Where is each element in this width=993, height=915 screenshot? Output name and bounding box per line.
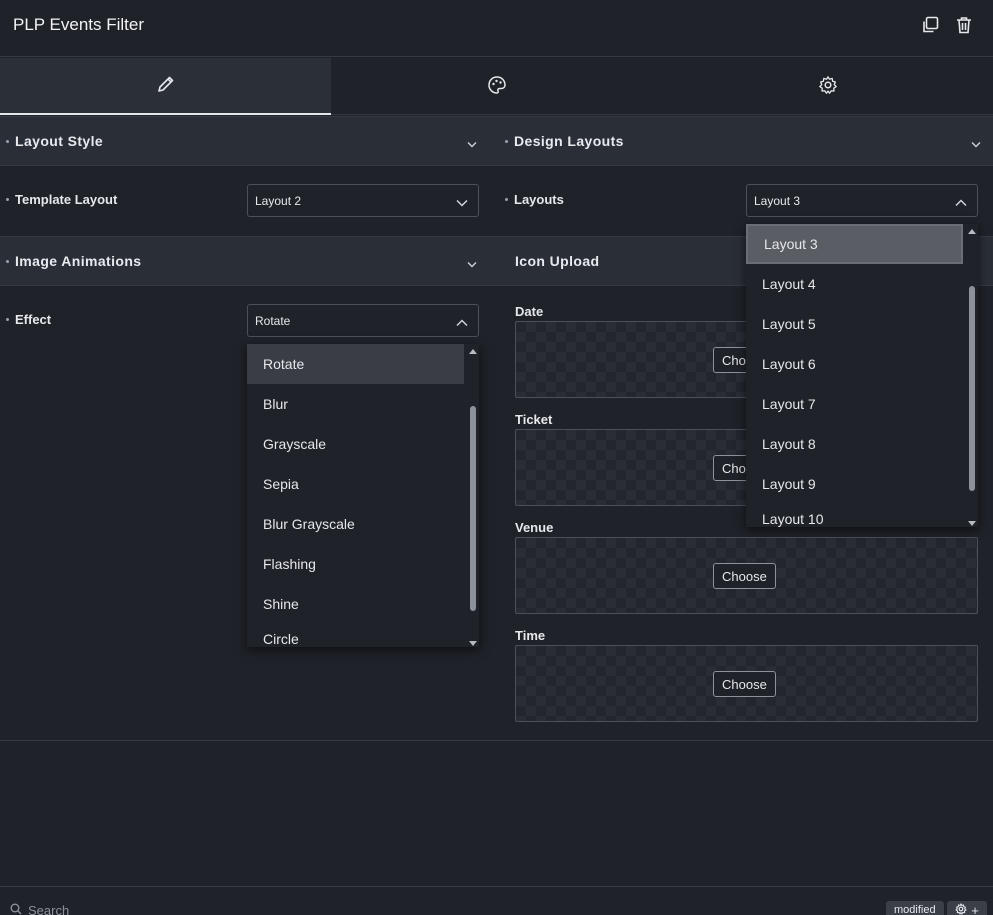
effect-option[interactable]: Grayscale: [247, 424, 479, 464]
effect-option[interactable]: Circle: [247, 624, 479, 647]
scroll-down-icon[interactable]: [469, 635, 477, 646]
label-text: Effect: [15, 311, 52, 327]
section-title: Layout Style: [15, 133, 104, 149]
chevron-up-icon: [456, 316, 468, 330]
effect-option[interactable]: Flashing: [247, 544, 479, 584]
layouts-option[interactable]: Layout 4: [746, 264, 978, 304]
tab-content[interactable]: [0, 58, 331, 115]
section-image-animations[interactable]: Image Animations: [0, 236, 489, 286]
effect-option[interactable]: Blur Grayscale: [247, 504, 479, 544]
time-upload-box[interactable]: Choose: [515, 645, 978, 722]
layouts-label: Layouts: [499, 191, 564, 207]
bullet-dot: [6, 317, 9, 321]
settings-add-button[interactable]: +: [947, 901, 987, 915]
chevron-down-icon: [467, 255, 477, 271]
layouts-option[interactable]: Layout 10: [746, 504, 978, 527]
chevron-down-icon: [971, 135, 981, 151]
layouts-scrollbar[interactable]: [968, 224, 976, 527]
scrollbar-thumb[interactable]: [969, 286, 975, 491]
effect-scrollbar[interactable]: [469, 344, 477, 647]
palette-icon: [487, 75, 507, 98]
section-layout-style[interactable]: Layout Style: [0, 116, 489, 166]
chevron-down-icon: [456, 196, 468, 210]
template-layout-label: Template Layout: [0, 191, 117, 207]
effect-select[interactable]: Rotate: [247, 304, 479, 337]
section-gap: [489, 116, 499, 166]
layouts-option[interactable]: Layout 6: [746, 344, 978, 384]
search-input[interactable]: Search: [28, 903, 69, 915]
time-choose-button[interactable]: Choose: [713, 671, 776, 697]
chevron-down-icon: [467, 135, 477, 151]
effect-label: Effect: [0, 311, 51, 327]
section-title: Icon Upload: [515, 253, 600, 269]
select-value: Layout 2: [255, 193, 302, 208]
search-icon: [10, 903, 22, 915]
scroll-up-icon[interactable]: [968, 224, 976, 234]
pencil-icon: [156, 74, 176, 97]
select-value: Rotate: [255, 313, 291, 328]
gear-icon: [955, 902, 967, 915]
layouts-dropdown: Layout 3 Layout 4 Layout 5 Layout 6 Layo…: [746, 224, 978, 527]
plus-icon: +: [971, 902, 979, 915]
duplicate-icon[interactable]: [919, 14, 941, 36]
layouts-option[interactable]: Layout 8: [746, 424, 978, 464]
section-title: Image Animations: [15, 253, 142, 269]
time-label: Time: [515, 628, 546, 643]
label-text: Template Layout: [15, 191, 118, 207]
bullet-dot: [505, 139, 508, 143]
bullet-dot: [6, 139, 9, 143]
tab-advanced[interactable]: [662, 58, 993, 115]
layouts-select[interactable]: Layout 3: [746, 184, 978, 217]
search-bar[interactable]: Search: [10, 903, 69, 915]
bullet-dot: [505, 197, 508, 201]
tab-style[interactable]: [331, 58, 662, 115]
date-label: Date: [515, 304, 544, 319]
section-divider: [0, 740, 993, 741]
chevron-up-icon: [955, 196, 967, 210]
section-title: Design Layouts: [514, 133, 624, 149]
bullet-dot: [6, 197, 9, 201]
bullet-dot: [6, 259, 9, 263]
ticket-label: Ticket: [515, 412, 553, 427]
tab-bar: [0, 58, 993, 115]
status-badge: modified: [886, 901, 944, 915]
label-text: Layouts: [514, 191, 564, 207]
scroll-up-icon[interactable]: [469, 344, 477, 354]
venue-upload-box[interactable]: Choose: [515, 537, 978, 614]
layouts-option[interactable]: Layout 9: [746, 464, 978, 504]
effect-option[interactable]: Rotate: [247, 344, 464, 384]
layouts-option[interactable]: Layout 5: [746, 304, 978, 344]
layouts-option[interactable]: Layout 3: [746, 224, 963, 264]
template-layout-select[interactable]: Layout 2: [247, 184, 479, 217]
scrollbar-thumb[interactable]: [470, 406, 476, 611]
effect-option[interactable]: Blur: [247, 384, 479, 424]
gear-icon: [818, 75, 838, 98]
scroll-down-icon[interactable]: [968, 515, 976, 526]
effect-dropdown: Rotate Blur Grayscale Sepia Blur Graysca…: [247, 344, 479, 647]
venue-choose-button[interactable]: Choose: [713, 563, 776, 589]
select-value: Layout 3: [754, 193, 801, 208]
panel-header: PLP Events Filter: [0, 0, 993, 57]
venue-label: Venue: [515, 520, 554, 535]
effect-option[interactable]: Sepia: [247, 464, 479, 504]
panel-title: PLP Events Filter: [13, 15, 145, 34]
layouts-option[interactable]: Layout 7: [746, 384, 978, 424]
effect-option[interactable]: Shine: [247, 584, 479, 624]
section-design-layouts[interactable]: Design Layouts: [499, 116, 993, 166]
panel-footer: Search modified +: [0, 886, 993, 915]
trash-icon[interactable]: [953, 14, 975, 36]
